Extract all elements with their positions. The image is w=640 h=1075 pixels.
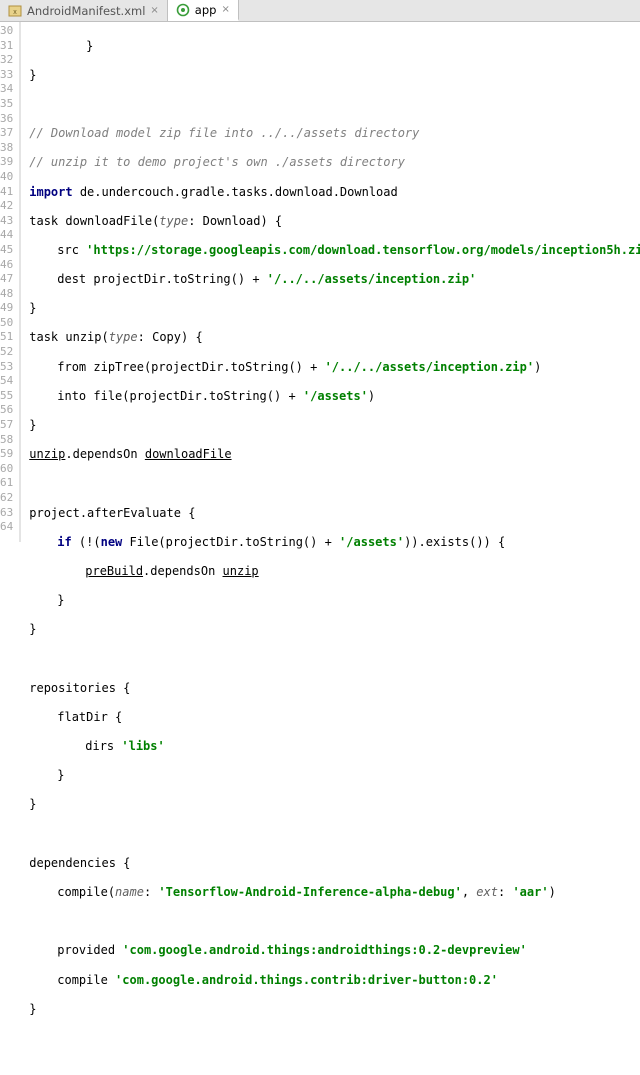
line-number: 40 <box>0 170 13 185</box>
editor-tabbar: x AndroidManifest.xml × app × <box>0 0 640 22</box>
line-number: 43 <box>0 214 13 229</box>
line-number: 60 <box>0 462 13 477</box>
line-number: 32 <box>0 53 13 68</box>
line-number: 36 <box>0 112 13 127</box>
line-number: 37 <box>0 126 13 141</box>
line-number: 34 <box>0 82 13 97</box>
gradle-icon <box>176 3 190 17</box>
line-number: 54 <box>0 374 13 389</box>
line-number: 51 <box>0 330 13 345</box>
line-number: 55 <box>0 389 13 404</box>
line-number: 45 <box>0 243 13 258</box>
line-number: 59 <box>0 447 13 462</box>
line-number: 44 <box>0 228 13 243</box>
line-number: 48 <box>0 287 13 302</box>
line-number: 50 <box>0 316 13 331</box>
line-number: 64 <box>0 520 13 535</box>
line-number: 30 <box>0 24 13 39</box>
line-number: 46 <box>0 258 13 273</box>
code-area[interactable]: } } // Download model zip file into ../.… <box>21 22 640 542</box>
line-number: 63 <box>0 506 13 521</box>
line-number: 53 <box>0 360 13 375</box>
line-number: 35 <box>0 97 13 112</box>
line-number: 62 <box>0 491 13 506</box>
line-number: 47 <box>0 272 13 287</box>
close-icon[interactable]: × <box>150 5 158 16</box>
xml-icon: x <box>8 4 22 18</box>
line-number: 41 <box>0 185 13 200</box>
tab-label: AndroidManifest.xml <box>27 4 145 18</box>
line-number: 49 <box>0 301 13 316</box>
line-number: 52 <box>0 345 13 360</box>
line-number: 58 <box>0 433 13 448</box>
close-icon[interactable]: × <box>221 4 229 15</box>
svg-text:x: x <box>13 9 17 16</box>
line-number: 42 <box>0 199 13 214</box>
tab-app[interactable]: app × <box>168 0 239 21</box>
code-editor[interactable]: 3031323334353637383940414243444546474849… <box>0 22 640 542</box>
line-number: 61 <box>0 476 13 491</box>
tab-androidmanifest[interactable]: x AndroidManifest.xml × <box>0 0 168 21</box>
line-number: 31 <box>0 39 13 54</box>
line-number: 39 <box>0 155 13 170</box>
line-number-gutter: 3031323334353637383940414243444546474849… <box>0 22 20 542</box>
line-number: 38 <box>0 141 13 156</box>
line-number: 57 <box>0 418 13 433</box>
line-number: 33 <box>0 68 13 83</box>
tab-label: app <box>195 3 217 17</box>
line-number: 56 <box>0 403 13 418</box>
